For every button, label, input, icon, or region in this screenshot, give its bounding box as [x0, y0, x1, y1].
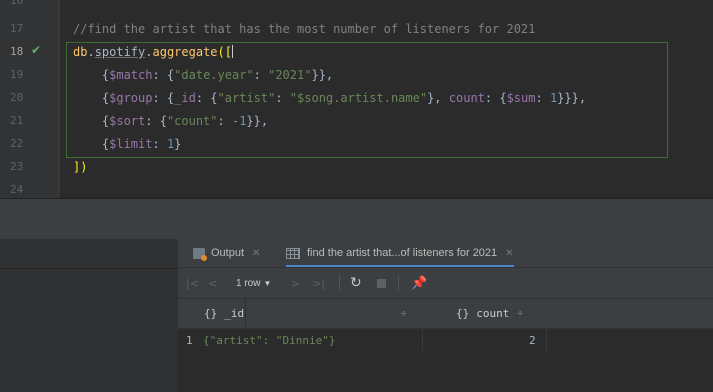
group-count: count: [448, 91, 485, 105]
line-number: 16: [10, 0, 24, 7]
tab-query-result-label: find the artist that...of listeners for …: [307, 247, 498, 259]
left-pane-divider: [0, 268, 178, 269]
console-icon: [193, 247, 207, 261]
column-header-count[interactable]: {} count ÷: [456, 299, 523, 328]
tab-output[interactable]: Output ✕: [193, 239, 260, 267]
cell-border: [422, 329, 547, 351]
refresh-icon[interactable]: ↻: [350, 268, 362, 298]
table-icon: [286, 247, 300, 259]
line-number: 24: [10, 183, 24, 196]
object-type-icon: {}: [456, 307, 470, 320]
group-key: $group: [109, 91, 153, 105]
match-key: $match: [109, 68, 153, 82]
code-line-23[interactable]: ]): [73, 160, 87, 174]
code-editor[interactable]: 16 17 18 19 20 21 22 23 24 ✔ //find the …: [0, 0, 713, 198]
run-success-check-icon[interactable]: ✔: [31, 43, 41, 57]
close-icon[interactable]: ✕: [505, 248, 513, 259]
chevron-down-icon: ▼: [263, 278, 272, 288]
code-line-21[interactable]: {$sort: {"count": -1}},: [73, 114, 268, 128]
next-page-icon[interactable]: >: [291, 268, 300, 298]
line-number: 22: [10, 137, 24, 150]
collection-token: spotify: [94, 45, 146, 59]
group-artist-path: "$song.artist.name": [289, 91, 428, 105]
line-number: 20: [10, 91, 24, 104]
match-value: "2021": [268, 68, 312, 82]
limit-value: 1: [166, 137, 175, 151]
tab-output-label: Output: [211, 247, 245, 259]
table-header: {} _id ÷ {} count ÷: [178, 299, 713, 329]
match-field: "date.year": [174, 68, 254, 82]
db-token: db: [73, 45, 88, 59]
row-index: 1: [186, 333, 193, 347]
pin-icon[interactable]: 📌: [411, 268, 427, 298]
group-id: _id: [174, 91, 196, 105]
stop-icon[interactable]: [377, 268, 386, 298]
limit-key: $limit: [109, 137, 153, 151]
cell-id[interactable]: {"artist": "Dinnie"}: [203, 329, 335, 351]
results-toolbar: |< < 1 row ▼ > >| ↻ 📌: [178, 268, 713, 299]
left-pane: [0, 239, 179, 392]
sort-icon[interactable]: ÷: [517, 309, 522, 319]
line-number: 21: [10, 114, 24, 127]
close-icon[interactable]: ✕: [252, 248, 260, 259]
column-header-id[interactable]: {} _id: [204, 299, 244, 328]
prev-page-icon[interactable]: <: [208, 268, 217, 298]
code-line-22[interactable]: {$limit: 1}: [73, 137, 182, 151]
method-token: aggregate: [152, 45, 218, 59]
sum-key: $sum: [506, 91, 536, 105]
cell-id-text: {"artist": "Dinnie"}: [203, 333, 336, 347]
sort-icon[interactable]: ÷: [401, 299, 406, 328]
code-line-18[interactable]: db.spotify.aggregate([: [73, 45, 233, 59]
first-page-icon[interactable]: |<: [186, 268, 199, 298]
open-bracket: [: [224, 45, 232, 59]
group-artist-field: "artist": [217, 91, 276, 105]
toolbar-separator: [339, 276, 340, 291]
sort-value: -1: [231, 114, 247, 128]
line-number: 23: [10, 160, 24, 173]
tab-query-result[interactable]: find the artist that...of listeners for …: [286, 239, 514, 267]
code-comment: //find the artist that has the most numb…: [73, 22, 536, 36]
column-divider: [245, 299, 246, 328]
results-tab-bar: Output ✕ find the artist that...of liste…: [178, 239, 713, 268]
line-number: 19: [10, 68, 24, 81]
row-count-label: 1 row: [236, 277, 261, 289]
column-name: _id: [224, 307, 245, 320]
tool-window-strip: [0, 199, 713, 239]
code-line-20[interactable]: {$group: {_id: {"artist": "$song.artist.…: [73, 91, 586, 105]
object-type-icon: {}: [204, 307, 218, 320]
column-name: count: [476, 307, 510, 320]
toolbar-separator: [398, 276, 399, 291]
code-line-19[interactable]: {$match: {"date.year": "2021"}},: [73, 68, 333, 82]
last-page-icon[interactable]: >|: [312, 268, 325, 298]
line-number: 17: [10, 22, 24, 35]
sort-field: "count": [166, 114, 218, 128]
text-cursor: [232, 45, 233, 58]
sort-key: $sort: [109, 114, 146, 128]
sum-value: 1: [549, 91, 558, 105]
gutter-divider: [58, 0, 59, 198]
row-count-dropdown[interactable]: 1 row ▼: [236, 268, 271, 298]
